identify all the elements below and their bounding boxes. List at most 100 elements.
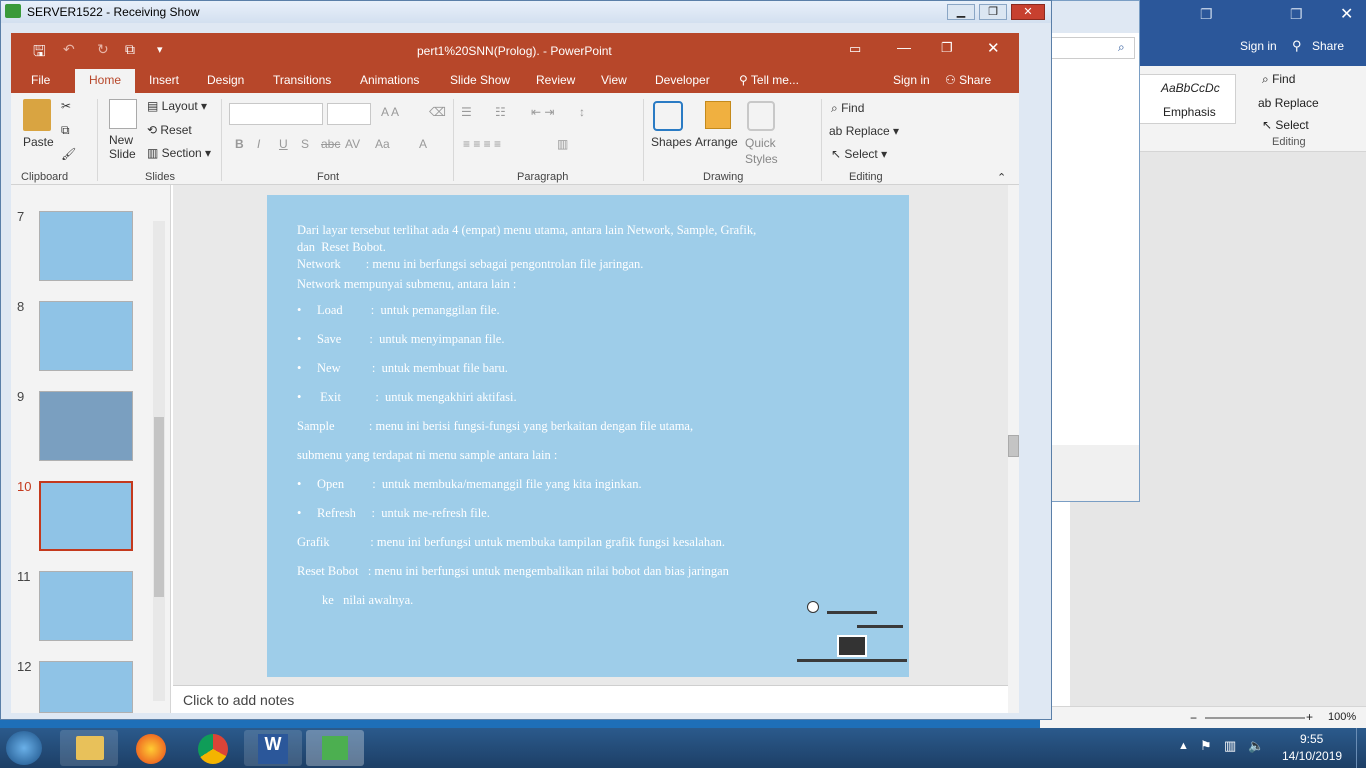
tab-design[interactable]: Design	[207, 73, 244, 87]
start-button[interactable]	[6, 731, 42, 765]
collapse-ribbon-icon[interactable]: ⌃	[997, 171, 1006, 184]
slide-thumbnail-8[interactable]	[39, 301, 133, 371]
qat-dropdown-icon[interactable]: ▾	[157, 43, 163, 56]
tab-view[interactable]: View	[601, 73, 627, 87]
zoom-minus[interactable]: −	[1190, 711, 1197, 725]
network-icon[interactable]: ▥	[1224, 738, 1236, 754]
slide-thumbnail-12[interactable]	[39, 661, 133, 713]
rd-titlebar: SERVER1522 - Receiving Show ▁ ❐ ✕	[1, 1, 1051, 23]
indent-icon[interactable]: ⇤ ⇥	[531, 105, 554, 119]
bold-icon[interactable]: B	[235, 137, 244, 151]
undo-icon[interactable]: ↶	[63, 41, 75, 58]
numbering-icon[interactable]: ☷	[495, 105, 506, 119]
maximize-button[interactable]: ❐	[979, 4, 1007, 20]
redo-icon[interactable]: ↻	[97, 41, 109, 58]
tab-file[interactable]: File	[31, 73, 50, 87]
tray-expand-icon[interactable]: ▲	[1178, 740, 1189, 752]
replace-button[interactable]: ab Replace	[1258, 96, 1319, 110]
editor-scrollbar[interactable]	[1008, 185, 1019, 713]
select-button[interactable]: ↖ Select	[1262, 118, 1309, 132]
word-share[interactable]: Share	[1312, 39, 1344, 53]
ppt-sign-in[interactable]: Sign in	[893, 73, 930, 87]
restore-icon[interactable]: ❐	[941, 40, 953, 56]
italic-icon[interactable]: I	[257, 137, 260, 151]
taskbar-firefox[interactable]	[122, 730, 180, 766]
search-box[interactable]: ⌕	[1045, 37, 1135, 59]
bullets-icon[interactable]: ☰	[461, 105, 472, 119]
align-icons[interactable]: ≡ ≡ ≡ ≡	[463, 137, 501, 151]
strikethrough-icon[interactable]: abc	[321, 137, 340, 151]
tab-developer[interactable]: Developer	[655, 73, 710, 87]
taskbar-word[interactable]: W	[244, 730, 302, 766]
zoom-slider[interactable]	[1205, 717, 1305, 719]
font-color-icon[interactable]: A	[419, 137, 427, 151]
shapes-button[interactable]: Shapes	[651, 135, 692, 149]
cut-icon[interactable]: ✂	[61, 99, 71, 113]
font-name-box[interactable]	[229, 103, 323, 125]
change-case-icon[interactable]: Aa	[375, 137, 390, 151]
word-sign-in[interactable]: Sign in	[1240, 39, 1277, 53]
slide-text-line: Grafik : menu ini berfungsi untuk membuk…	[297, 535, 726, 549]
ppt-share[interactable]: ⚇ Share	[945, 73, 991, 87]
copy-icon[interactable]: ⧉	[61, 123, 70, 138]
font-size-box[interactable]	[327, 103, 371, 125]
slide-thumbnail-9[interactable]	[39, 391, 133, 461]
action-center-icon[interactable]: ⚑	[1200, 738, 1212, 754]
ppt-titlebar: 🖫 ↶ ↻ ⧉ ▾ pert1%20SNN(Prolog). - PowerPo…	[11, 33, 1019, 69]
taskbar-remote[interactable]	[306, 730, 364, 766]
arrange-button[interactable]: Arrange	[695, 135, 738, 149]
layout-button[interactable]: ▤ Layout ▾	[147, 99, 207, 113]
notes-pane[interactable]: Click to add notes	[173, 685, 1008, 713]
reset-button[interactable]: ⟲ Reset	[147, 123, 192, 137]
zoom-plus[interactable]: +	[1306, 710, 1313, 724]
taskbar-chrome[interactable]	[184, 730, 242, 766]
restore-icon[interactable]: ❐	[1200, 6, 1213, 23]
minimize-button[interactable]: ▁	[947, 4, 975, 20]
tab-animations[interactable]: Animations	[360, 73, 419, 87]
taskbar-explorer[interactable]	[60, 730, 118, 766]
tab-slide-show[interactable]: Slide Show	[450, 73, 510, 87]
slide-thumbnail-10[interactable]	[39, 481, 133, 551]
volume-icon[interactable]: 🔈	[1248, 738, 1264, 754]
slide-thumbnail-7[interactable]	[39, 211, 133, 281]
slide-text-line: • Refresh : untuk me-refresh file.	[297, 506, 490, 520]
close-icon[interactable]: ✕	[987, 39, 1000, 57]
present-icon[interactable]: ⧉	[125, 41, 135, 58]
restore-icon-2[interactable]: ❐	[1290, 6, 1303, 23]
tab-review[interactable]: Review	[536, 73, 575, 87]
tab-transitions[interactable]: Transitions	[273, 73, 331, 87]
slide[interactable]: Dari layar tersebut terlihat ada 4 (empa…	[267, 195, 909, 677]
line-spacing-icon[interactable]: ↕	[579, 105, 585, 119]
style-gallery[interactable]: AaBbCcDc Emphasis	[1136, 74, 1236, 124]
ribbon-display-icon[interactable]: ▭	[849, 41, 861, 57]
close-button[interactable]: ✕	[1011, 4, 1045, 20]
grow-font-icon[interactable]: A A	[381, 105, 399, 119]
thumb-scrollbar[interactable]	[153, 221, 165, 701]
new-slide-button[interactable]: New Slide	[109, 133, 145, 161]
show-desktop-button[interactable]	[1356, 728, 1366, 768]
clear-format-icon[interactable]: ⌫	[429, 105, 446, 119]
quick-styles-icon	[747, 101, 775, 131]
columns-icon[interactable]: ▥	[557, 137, 568, 151]
tab-insert[interactable]: Insert	[149, 73, 179, 87]
paste-button[interactable]: Paste	[23, 135, 54, 149]
shadow-icon[interactable]: S	[301, 137, 309, 151]
select-button[interactable]: ↖ Select ▾	[831, 147, 887, 161]
find-button[interactable]: ⌕ Find	[831, 101, 864, 116]
slide-text-line: • Save : untuk menyimpanan file.	[297, 332, 505, 346]
section-button[interactable]: ▥ Section ▾	[147, 146, 211, 160]
replace-button[interactable]: ab Replace ▾	[829, 124, 899, 138]
slide-thumbnail-11[interactable]	[39, 571, 133, 641]
tab-tell-me[interactable]: ⚲ Tell me...	[739, 73, 799, 87]
style-name: Emphasis	[1163, 105, 1216, 119]
tab-home[interactable]: Home	[75, 69, 135, 93]
format-painter-icon[interactable]: 🖌	[61, 147, 76, 161]
minimize-icon[interactable]: —	[897, 39, 911, 55]
char-spacing-icon[interactable]: AV	[345, 137, 360, 151]
close-icon[interactable]: ✕	[1340, 4, 1353, 24]
find-button[interactable]: ⌕ Find	[1262, 72, 1295, 87]
quick-styles-button[interactable]: Quick Styles	[745, 135, 781, 167]
save-icon[interactable]: 🖫	[33, 41, 46, 66]
underline-icon[interactable]: U	[279, 137, 288, 151]
ribbon-tabs: File Home Insert Design Transitions Anim…	[11, 69, 1019, 93]
